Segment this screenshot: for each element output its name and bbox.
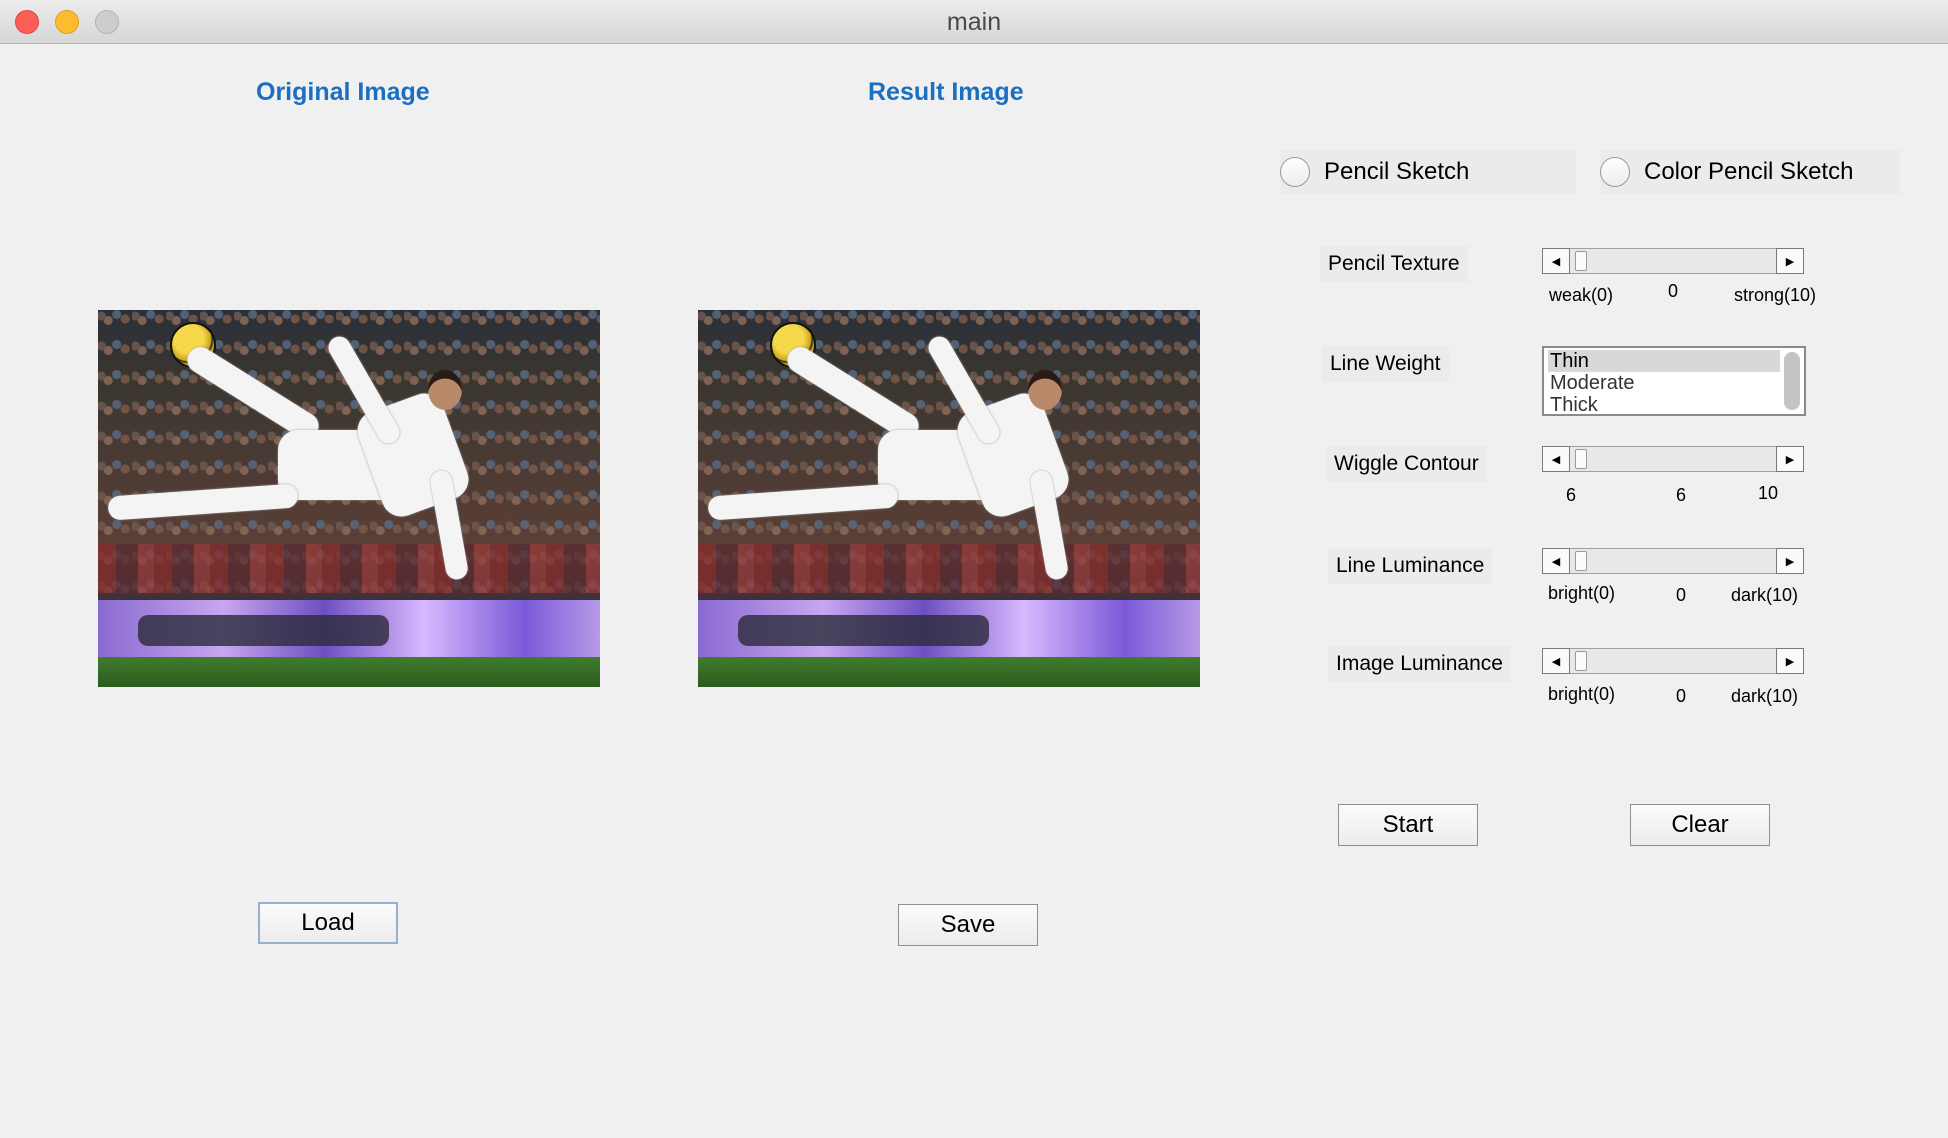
color-pencil-sketch-label: Color Pencil Sketch <box>1644 158 1854 185</box>
wiggle-contour-max-label: 10 <box>1758 483 1779 503</box>
line-weight-label: Line Weight <box>1322 346 1449 382</box>
slider-thumb[interactable] <box>1575 551 1587 571</box>
pencil-texture-slider[interactable]: ◀ ▶ <box>1542 248 1804 274</box>
color-pencil-sketch-option[interactable]: Color Pencil Sketch <box>1600 150 1900 194</box>
wiggle-contour-slider[interactable]: ◀ ▶ <box>1542 446 1804 472</box>
slider-left-arrow-icon[interactable]: ◀ <box>1542 248 1570 274</box>
color-pencil-sketch-radio[interactable] <box>1600 157 1630 187</box>
photo-pitch <box>98 656 600 687</box>
pencil-texture-min-label: weak(0) <box>1549 285 1614 305</box>
wiggle-contour-min-label: 6 <box>1566 485 1577 505</box>
pencil-texture-label: Pencil Texture <box>1320 246 1468 282</box>
line-weight-option-moderate[interactable]: Moderate <box>1548 372 1780 394</box>
line-luminance-max-label: dark(10) <box>1731 585 1799 605</box>
line-luminance-min-label: bright(0) <box>1548 583 1616 603</box>
slider-right-arrow-icon[interactable]: ▶ <box>1776 548 1804 574</box>
title-bar: main <box>0 0 1948 44</box>
result-image <box>698 310 1200 687</box>
slider-right-arrow-icon[interactable]: ▶ <box>1776 446 1804 472</box>
photo-pitch <box>698 656 1200 687</box>
slider-left-arrow-icon[interactable]: ◀ <box>1542 548 1570 574</box>
start-button[interactable]: Start <box>1338 804 1478 846</box>
line-weight-option-thick[interactable]: Thick <box>1548 394 1780 412</box>
image-luminance-slider[interactable]: ◀ ▶ <box>1542 648 1804 674</box>
original-image-heading: Original Image <box>256 78 430 106</box>
photo-stand <box>98 543 600 593</box>
wiggle-contour-value-label: 6 <box>1676 485 1687 505</box>
pencil-sketch-radio[interactable] <box>1280 157 1310 187</box>
image-luminance-min-label: bright(0) <box>1548 684 1616 704</box>
save-button[interactable]: Save <box>898 904 1038 946</box>
image-luminance-label: Image Luminance <box>1328 646 1511 682</box>
window-title: main <box>946 8 1002 36</box>
line-luminance-value-label: 0 <box>1676 585 1687 605</box>
original-image <box>98 310 600 687</box>
line-luminance-slider[interactable]: ◀ ▶ <box>1542 548 1804 574</box>
slider-thumb[interactable] <box>1575 651 1587 671</box>
slider-left-arrow-icon[interactable]: ◀ <box>1542 648 1570 674</box>
line-weight-listbox[interactable]: Thin Moderate Thick <box>1542 346 1806 416</box>
slider-thumb[interactable] <box>1575 251 1587 271</box>
clear-button[interactable]: Clear <box>1630 804 1770 846</box>
photo-player-head <box>1028 370 1062 410</box>
photo-advert-logo <box>738 615 990 646</box>
slider-left-arrow-icon[interactable]: ◀ <box>1542 446 1570 472</box>
photo-advert-logo <box>138 615 390 646</box>
pencil-sketch-label: Pencil Sketch <box>1324 158 1470 185</box>
photo-stand <box>698 543 1200 593</box>
wiggle-contour-label: Wiggle Contour <box>1326 446 1487 482</box>
line-luminance-label: Line Luminance <box>1328 548 1493 584</box>
line-weight-option-thin[interactable]: Thin <box>1548 350 1780 372</box>
image-luminance-value-label: 0 <box>1676 686 1687 706</box>
load-button[interactable]: Load <box>258 902 398 944</box>
slider-right-arrow-icon[interactable]: ▶ <box>1776 648 1804 674</box>
image-luminance-max-label: dark(10) <box>1731 686 1799 706</box>
slider-right-arrow-icon[interactable]: ▶ <box>1776 248 1804 274</box>
pencil-texture-max-label: strong(10) <box>1734 285 1817 305</box>
slider-thumb[interactable] <box>1575 449 1587 469</box>
pencil-texture-value-label: 0 <box>1668 281 1679 301</box>
result-image-heading: Result Image <box>868 78 1024 106</box>
pencil-sketch-option[interactable]: Pencil Sketch <box>1280 150 1576 194</box>
line-weight-scrollbar[interactable] <box>1784 352 1800 410</box>
photo-player-head <box>428 370 462 410</box>
